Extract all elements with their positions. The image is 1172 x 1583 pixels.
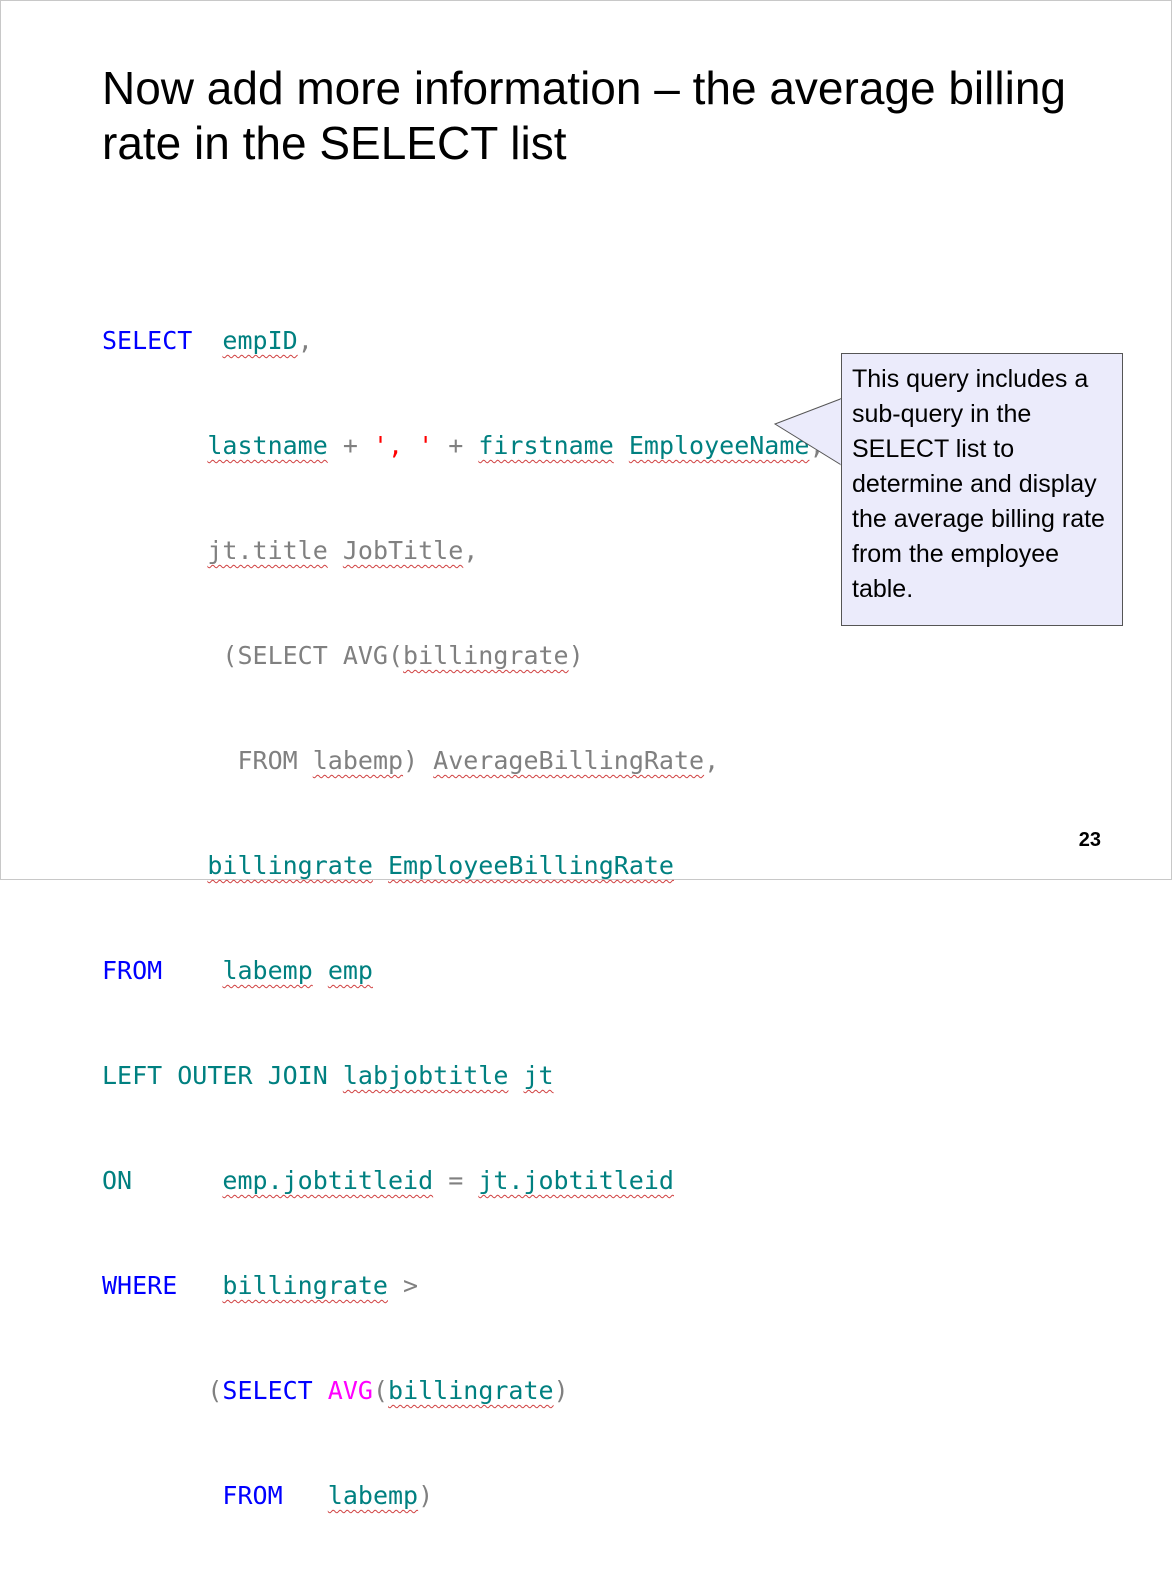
identifier-billingrate: billingrate [403, 641, 569, 670]
identifier-lastname: lastname [207, 431, 328, 460]
keyword-from: FROM [102, 956, 163, 985]
code-line-2: lastname + ', ' + firstname EmployeeName… [207, 431, 824, 460]
identifier-billingrate: billingrate [207, 851, 373, 880]
identifier-firstname: firstname [478, 431, 614, 460]
keyword-on: ON [102, 1166, 133, 1195]
code-line-4: (SELECT AVG(billingrate) [222, 641, 584, 670]
callout-text: This query includes a sub-query in the S… [852, 365, 1105, 603]
identifier-labemp: labemp [312, 746, 404, 775]
code-line-6: billingrate EmployeeBillingRate [102, 848, 825, 883]
code-line-10: WHERE billingrate > [102, 1271, 419, 1300]
keyword-from: FROM [222, 1481, 283, 1510]
identifier-jt-jobtitleid: jt.jobtitleid [478, 1166, 674, 1195]
sql-code-block: SELECT empID, lastname + ', ' + firstnam… [102, 253, 825, 1583]
string-literal: ', ' [372, 431, 434, 460]
alias-jobtitle: JobTitle [342, 536, 464, 565]
subquery-from: FROM [237, 746, 313, 775]
slide: Now add more information – the average b… [0, 0, 1172, 1510]
alias-averagebillingrate: AverageBillingRate [433, 746, 705, 775]
keyword-select: SELECT [102, 326, 193, 355]
callout-pointer [773, 397, 844, 467]
code-line-1: SELECT empID, [102, 326, 313, 355]
identifier-labjobtitle: labjobtitle [342, 1061, 509, 1090]
function-avg: AVG [327, 1376, 373, 1405]
code-line-3: jt.title JobTitle, [207, 536, 479, 565]
keyword-left-outer-join: LEFT OUTER JOIN [102, 1061, 328, 1090]
code-line-8: LEFT OUTER JOIN labjobtitle jt [102, 1058, 825, 1093]
callout-box: This query includes a sub-query in the S… [841, 353, 1123, 626]
code-line-11: (SELECT AVG(billingrate) [207, 1376, 569, 1405]
subquery-select-avg: (SELECT AVG( [222, 641, 404, 670]
identifier-billingrate: billingrate [388, 1376, 554, 1405]
code-line-9: ON emp.jobtitleid = jt.jobtitleid [102, 1166, 674, 1195]
identifier-labemp: labemp [327, 1481, 419, 1510]
identifier-jt-title: jt.title [207, 536, 328, 565]
alias-employeebillingrate: EmployeeBillingRate [388, 851, 674, 880]
identifier-emp-jobtitleid: emp.jobtitleid [222, 1166, 434, 1195]
slide-title: Now add more information – the average b… [102, 62, 1066, 169]
identifier-empid: empID [222, 326, 298, 355]
keyword-select: SELECT [222, 1376, 313, 1405]
code-line-12: FROM labemp) [222, 1481, 434, 1510]
alias-jt: jt [523, 1061, 554, 1090]
keyword-where: WHERE [102, 1271, 178, 1300]
identifier-billingrate: billingrate [222, 1271, 388, 1300]
alias-emp: emp [327, 956, 373, 985]
page-number: 23 [1078, 829, 1101, 851]
identifier-labemp: labemp [222, 956, 313, 985]
code-line-7: FROM labemp emp [102, 953, 825, 988]
code-line-5: FROM labemp) AverageBillingRate, [237, 746, 720, 775]
